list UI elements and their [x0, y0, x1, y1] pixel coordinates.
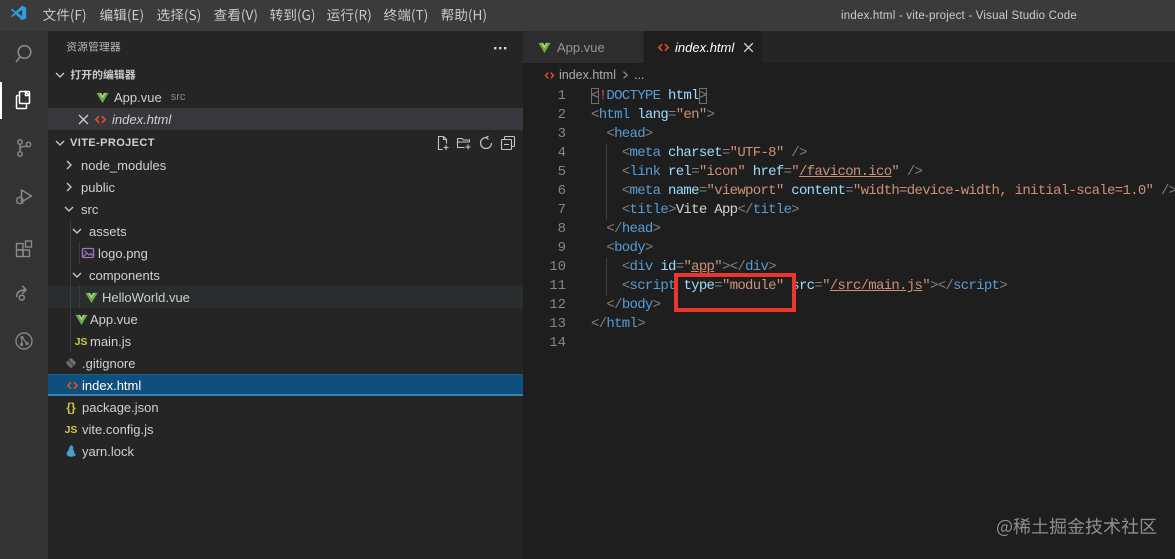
svg-text:{}: {}	[66, 401, 76, 415]
svg-text:JS: JS	[65, 424, 78, 436]
svg-text:JS: JS	[75, 336, 88, 348]
